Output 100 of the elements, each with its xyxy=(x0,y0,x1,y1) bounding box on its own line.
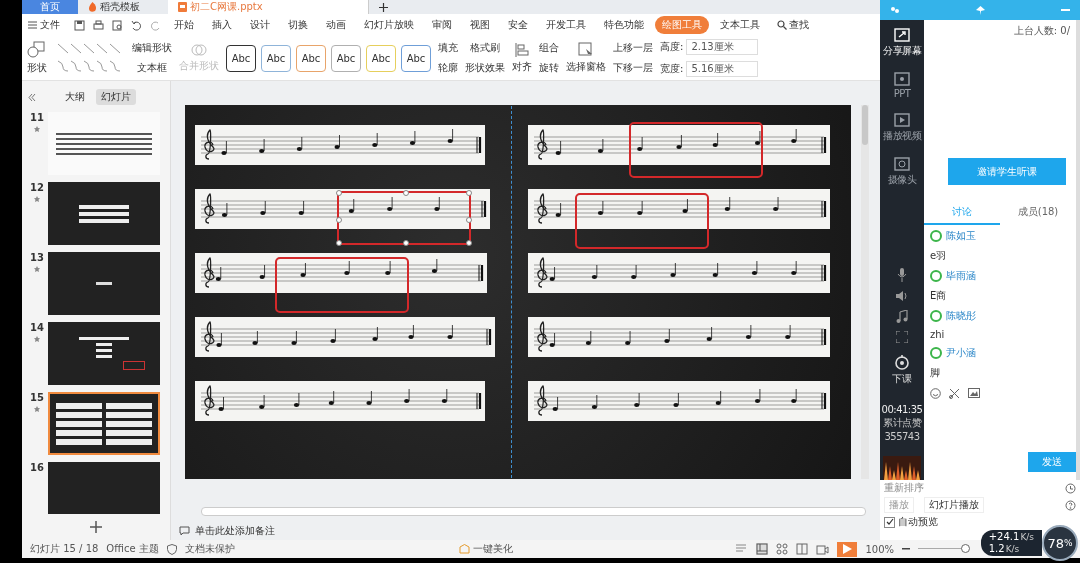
ribbon-tab[interactable]: 特色功能 xyxy=(597,16,651,34)
ribbon-tab[interactable]: 设计 xyxy=(243,16,277,34)
theme-name: Office 主题 xyxy=(106,542,159,556)
selection-pane-icon[interactable] xyxy=(578,42,594,58)
align-icon[interactable] xyxy=(514,42,530,58)
shape-style-button[interactable]: Abc xyxy=(401,44,431,72)
help-icon[interactable] xyxy=(1065,499,1076,511)
fullscreen-icon[interactable] xyxy=(896,331,908,343)
slide-thumbnail[interactable] xyxy=(48,322,160,385)
beautify-button[interactable]: 一键美化 xyxy=(458,542,513,556)
sidebar-button[interactable]: 分享屏幕 xyxy=(883,28,921,58)
width-label: 宽度: xyxy=(660,62,684,76)
video-icon xyxy=(894,113,910,127)
shape-style-button[interactable]: Abc xyxy=(296,44,326,72)
microphone-icon[interactable] xyxy=(897,268,907,282)
shape-button[interactable]: 形状 xyxy=(27,61,47,75)
selection-pane-button[interactable]: 选择窗格 xyxy=(566,60,606,74)
zoom-level[interactable]: 100% xyxy=(865,543,894,555)
ribbon-tab[interactable]: 开发工具 xyxy=(539,16,593,34)
online-count: 上台人数: 0/ xyxy=(1013,24,1070,38)
slide-thumbnail[interactable] xyxy=(48,182,160,245)
shapes-icon[interactable] xyxy=(26,41,48,59)
undo-icon[interactable] xyxy=(131,19,142,31)
zoom-slider[interactable] xyxy=(918,544,968,554)
slideshow-button[interactable]: 幻灯片播放 xyxy=(924,497,984,513)
minimize-icon[interactable] xyxy=(1061,8,1070,12)
end-class-button[interactable]: 下课 xyxy=(892,354,912,386)
ribbon-tab[interactable]: 开始 xyxy=(167,16,201,34)
image-icon[interactable] xyxy=(968,388,980,398)
shape-style-button[interactable]: Abc xyxy=(331,44,361,72)
speaker-icon[interactable] xyxy=(895,290,909,302)
ribbon-tab[interactable]: 幻灯片放映 xyxy=(357,16,421,34)
outline-button[interactable]: 轮廓 xyxy=(438,61,458,75)
slide-thumbnail[interactable] xyxy=(48,462,160,514)
chat-tab[interactable]: 成员(18) xyxy=(1000,201,1076,225)
fill-button[interactable]: 填充 xyxy=(438,41,458,55)
slideshow-play-button[interactable] xyxy=(837,541,858,557)
search-button[interactable]: 查找 xyxy=(777,18,809,32)
panel-tab[interactable]: 大纲 xyxy=(60,89,90,105)
shape-style-button[interactable]: Abc xyxy=(226,44,256,72)
ribbon-tab[interactable]: 视图 xyxy=(463,16,497,34)
slide-thumbnail[interactable] xyxy=(48,112,160,175)
download-rate: 1.2 K/s xyxy=(988,543,1021,555)
star-icon xyxy=(34,196,40,202)
group-button[interactable]: 组合 xyxy=(539,41,559,55)
auto-preview-checkbox[interactable] xyxy=(884,516,895,528)
panel-tab[interactable]: 幻灯片 xyxy=(96,89,136,105)
zoom-slider-thumb[interactable] xyxy=(960,544,970,553)
reorder-label[interactable]: 重新排序 xyxy=(884,481,924,495)
preview-icon[interactable] xyxy=(112,19,123,31)
slide-thumbnail[interactable] xyxy=(48,252,160,315)
collapse-icon[interactable] xyxy=(28,91,36,103)
shape-style-button[interactable]: Abc xyxy=(261,44,291,72)
vertical-scrollbar[interactable] xyxy=(862,105,868,145)
history-icon[interactable] xyxy=(1065,482,1076,494)
ribbon-tab[interactable]: 文本工具 xyxy=(713,16,767,34)
chat-message: 脚 xyxy=(930,366,940,380)
slide-thumbnail[interactable] xyxy=(48,392,160,455)
scissors-icon[interactable] xyxy=(949,388,960,399)
ribbon-tab[interactable]: 安全 xyxy=(501,16,535,34)
align-button[interactable]: 对齐 xyxy=(512,60,532,74)
edit-shape-button[interactable]: 编辑形状 xyxy=(132,41,172,55)
height-field[interactable]: 2.13厘米 xyxy=(686,39,759,55)
power-icon xyxy=(894,354,910,370)
box-icon xyxy=(458,544,470,554)
chat-avatar-icon xyxy=(930,310,942,322)
format-painter-button[interactable]: 格式刷 xyxy=(465,41,505,55)
width-field[interactable]: 5.16厘米 xyxy=(686,61,759,77)
send-backward-button[interactable]: 下移一层 xyxy=(613,61,653,75)
music-note-icon[interactable] xyxy=(896,310,908,323)
emoji-icon[interactable] xyxy=(930,388,941,399)
notes-toggle-icon[interactable] xyxy=(736,544,749,554)
slide-number: 11 xyxy=(30,112,44,123)
highlight-rectangle[interactable] xyxy=(575,193,709,249)
grid-view-icon[interactable] xyxy=(776,543,789,555)
bring-forward-button[interactable]: 上移一层 xyxy=(613,41,653,55)
ribbon-tab[interactable]: 动画 xyxy=(319,16,353,34)
ribbon-tab[interactable]: 切换 xyxy=(281,16,315,34)
print-icon[interactable] xyxy=(93,19,104,31)
notes-placeholder[interactable]: 单击此处添加备注 xyxy=(195,524,275,538)
normal-view-icon[interactable] xyxy=(756,543,769,555)
shape-style-button[interactable]: Abc xyxy=(366,44,396,72)
highlight-rectangle[interactable] xyxy=(629,122,763,178)
file-menu[interactable]: 文件 xyxy=(28,18,60,32)
camera-icon[interactable] xyxy=(816,543,830,555)
ribbon-tab[interactable]: 审阅 xyxy=(425,16,459,34)
slide[interactable] xyxy=(185,105,851,479)
rotate-button[interactable]: 旋转 xyxy=(539,61,559,75)
shape-effects-button[interactable]: 形状效果 xyxy=(465,61,505,75)
sender-name: 陈晓彤 xyxy=(946,309,976,323)
horizontal-scrollbar[interactable] xyxy=(201,507,866,516)
textbox-button[interactable]: 文本框 xyxy=(132,61,172,75)
highlight-rectangle[interactable] xyxy=(275,257,409,313)
pin-icon[interactable] xyxy=(976,5,985,15)
save-icon[interactable] xyxy=(74,19,85,31)
ribbon-tab[interactable]: 插入 xyxy=(205,16,239,34)
highlight-rectangle[interactable] xyxy=(337,191,471,245)
document-tab[interactable]: 首页 xyxy=(22,0,78,14)
reading-view-icon[interactable] xyxy=(796,543,809,555)
add-slide-icon[interactable] xyxy=(90,521,102,533)
